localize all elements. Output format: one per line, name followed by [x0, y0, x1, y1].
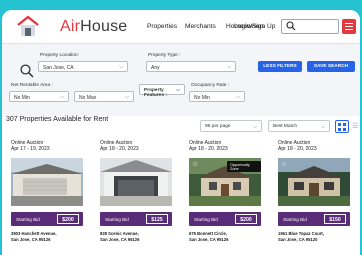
bid-label: Starting Bid: [105, 216, 129, 222]
results-count: 307 Properties Available for Rent: [6, 116, 109, 123]
grid-view-button[interactable]: [335, 120, 349, 133]
area-max-select[interactable]: No Max ⌵: [74, 91, 134, 102]
card-address-street: 3903 Hanchett Avenue,: [11, 231, 57, 236]
features-label: Property Features :: [144, 87, 167, 98]
header-search-input[interactable]: [281, 19, 339, 34]
bid-amount: $200: [57, 214, 79, 224]
type-label: Property Type :: [148, 53, 181, 58]
location-label: Property Location:: [40, 53, 79, 58]
chevron-down-icon: ⌵: [253, 123, 257, 130]
bid-amount: $125: [146, 214, 168, 224]
card-address-street: 828 Scenic Avenue,: [100, 231, 139, 236]
bid-amount: $200: [235, 214, 257, 224]
area-max-value: No Max: [79, 94, 97, 101]
brand-air: Air: [60, 18, 81, 35]
property-photo[interactable]: ☆ Opportunity Zone: [189, 158, 261, 206]
starting-bid-bar: Starting Bid $125: [100, 212, 172, 226]
nav-login[interactable]: Login/Sign Up: [234, 23, 275, 30]
property-card[interactable]: Online Auction Apr 18 - 20, 2023 ☆ Oppor…: [183, 136, 266, 255]
bid-label: Starting Bid: [283, 216, 307, 222]
features-select[interactable]: Property Features : ⌵: [139, 84, 185, 98]
chevron-down-icon: ⌵: [236, 94, 240, 100]
card-address-city: San Jose, CA 95126: [11, 237, 51, 242]
starting-bid-bar: Starting Bid $200: [189, 212, 261, 226]
area-min-value: No Min: [14, 94, 30, 101]
card-address-street: 675 Bonnett Circle,: [189, 231, 227, 236]
save-search-button[interactable]: SAVE SEARCH: [307, 61, 355, 72]
chevron-down-icon: ⌵: [321, 123, 325, 130]
chevron-down-icon: ⌵: [119, 64, 123, 70]
property-photo[interactable]: [11, 158, 83, 206]
nav-merchants[interactable]: Merchants: [185, 23, 216, 30]
card-address-street: 1961 Blue Topaz Court,: [278, 231, 324, 236]
chevron-down-icon: ⌵: [125, 94, 129, 100]
hamburger-menu-button[interactable]: [342, 19, 356, 34]
type-value: Any: [151, 64, 160, 71]
per-page-select[interactable]: 96 per page ⌵: [200, 120, 262, 132]
chevron-down-icon: ⌵: [176, 87, 180, 93]
brand-name[interactable]: AirHouse: [60, 18, 127, 36]
card-dates: Apr 18 - 20, 2023: [189, 146, 228, 152]
occupancy-min-value: No Min: [194, 94, 210, 101]
app-window: AirHouse Properties Merchants Homeowners…: [2, 10, 360, 255]
location-select[interactable]: San Jose, CA ⌵: [38, 61, 128, 72]
card-dates: Apr 17 - 19, 2023: [11, 146, 50, 152]
property-card[interactable]: Online Auction Apr 18 - 20, 2023 Startin…: [94, 136, 177, 255]
property-photo[interactable]: [100, 158, 172, 206]
less-filters-button[interactable]: LESS FILTERS: [258, 61, 302, 72]
brand-house: House: [80, 18, 128, 35]
favorite-star-icon[interactable]: ☆: [192, 160, 198, 168]
bid-amount: $150: [324, 214, 346, 224]
card-dates: Apr 18 - 20, 2023: [278, 146, 317, 152]
list-view-icon[interactable]: ☰: [352, 122, 358, 130]
property-card[interactable]: Online Auction Apr 18 - 20, 2023 ☆ Start…: [272, 136, 355, 255]
nav-properties[interactable]: Properties: [147, 23, 177, 30]
card-dates: Apr 18 - 20, 2023: [100, 146, 139, 152]
bid-label: Starting Bid: [194, 216, 218, 222]
per-page-value: 96 per page: [205, 124, 231, 129]
card-address-city: San Jose, CA 95126: [100, 237, 140, 242]
filter-panel: Property Location: San Jose, CA ⌵ Propert…: [2, 44, 360, 116]
favorite-star-icon[interactable]: ☆: [281, 160, 287, 168]
type-select[interactable]: Any ⌵: [146, 61, 236, 72]
chevron-down-icon: ⌵: [227, 64, 231, 70]
bid-label: Starting Bid: [16, 216, 40, 222]
starting-bid-bar: Starting Bid $200: [11, 212, 83, 226]
sort-value: Best Match: [273, 124, 297, 129]
chevron-down-icon: ⌵: [60, 94, 64, 100]
area-min-select[interactable]: No Min ⌵: [9, 91, 69, 102]
card-address-city: San Jose, CA 95120: [278, 237, 318, 242]
property-card[interactable]: Online Auction Apr 17 - 19, 2023 Startin…: [5, 136, 88, 255]
property-photo[interactable]: ☆: [278, 158, 350, 206]
house-logo-icon[interactable]: [16, 15, 40, 37]
opportunity-zone-badge: Opportunity Zone: [227, 161, 261, 172]
sort-select[interactable]: Best Match ⌵: [268, 120, 330, 132]
starting-bid-bar: Starting Bid $150: [278, 212, 350, 226]
occupancy-min-select[interactable]: No Min ⌵: [189, 91, 245, 102]
area-label: Net Rentable Area :: [11, 83, 53, 88]
occupancy-label: Occupancy Rate :: [191, 83, 230, 88]
card-address-city: San Jose, CA 95126: [189, 237, 229, 242]
search-icon[interactable]: [20, 64, 34, 78]
top-header: AirHouse Properties Merchants Homeowners…: [2, 10, 360, 44]
search-icon: [286, 21, 296, 31]
location-value: San Jose, CA: [43, 64, 74, 71]
